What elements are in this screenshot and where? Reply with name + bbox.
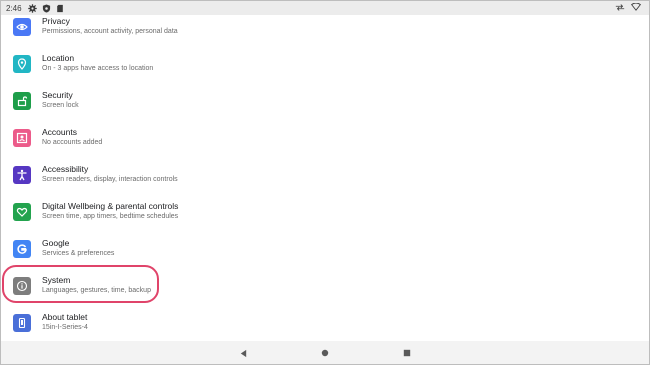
settings-item-subtitle: Screen readers, display, interaction con… [42, 176, 178, 183]
settings-item-title: About tablet [42, 312, 88, 322]
data-transfer-icon [615, 3, 625, 13]
settings-item-subtitle: Services & preferences [42, 250, 115, 257]
back-triangle-icon[interactable] [237, 347, 249, 359]
status-bar: 2:46 [1, 1, 649, 15]
eye-icon [13, 18, 31, 36]
google-g-icon [13, 240, 31, 258]
settings-item-accounts[interactable]: Accounts No accounts added [1, 127, 649, 165]
settings-item-subtitle: Screen time, app timers, bedtime schedul… [42, 213, 179, 220]
settings-item-subtitle: Screen lock [42, 102, 79, 109]
shield-icon [42, 3, 51, 13]
settings-item-title: Security [42, 90, 73, 100]
tablet-screen: 2:46 Privacy Permissions, account activi… [0, 0, 650, 365]
settings-item-title: Google [42, 238, 70, 248]
wifi-icon [630, 2, 642, 13]
settings-item-security[interactable]: Security Screen lock [1, 90, 649, 128]
settings-item-subtitle: No accounts added [42, 139, 103, 146]
settings-item-title: Accounts [42, 127, 77, 137]
lock-open-icon [13, 92, 31, 110]
settings-item-location[interactable]: Location On - 3 apps have access to loca… [1, 53, 649, 91]
recents-square-icon[interactable] [401, 347, 413, 359]
settings-item-subtitle: 15in-I-Series-4 [42, 324, 88, 331]
settings-item-title: Accessibility [42, 164, 89, 174]
tablet-icon [13, 314, 31, 332]
wellbeing-heart-icon [13, 203, 31, 221]
account-box-icon [13, 129, 31, 147]
status-time: 2:46 [6, 3, 22, 13]
settings-item-privacy[interactable]: Privacy Permissions, account activity, p… [1, 16, 649, 54]
settings-item-title: Digital Wellbeing & parental controls [42, 201, 179, 211]
location-pin-icon [13, 55, 31, 73]
system-highlight-outline [2, 265, 159, 303]
gear-icon [27, 3, 37, 13]
settings-item-title: Location [42, 53, 75, 63]
settings-item-accessibility[interactable]: Accessibility Screen readers, display, i… [1, 164, 649, 202]
sd-card-icon [56, 4, 65, 13]
settings-item-digital-wellbeing[interactable]: Digital Wellbeing & parental controls Sc… [1, 201, 649, 239]
navigation-bar [1, 341, 649, 364]
accessibility-person-icon [13, 166, 31, 184]
settings-item-title: Privacy [42, 16, 70, 26]
settings-item-subtitle: Permissions, account activity, personal … [42, 28, 178, 35]
settings-item-subtitle: On - 3 apps have access to location [42, 65, 154, 72]
home-circle-icon[interactable] [319, 347, 331, 359]
